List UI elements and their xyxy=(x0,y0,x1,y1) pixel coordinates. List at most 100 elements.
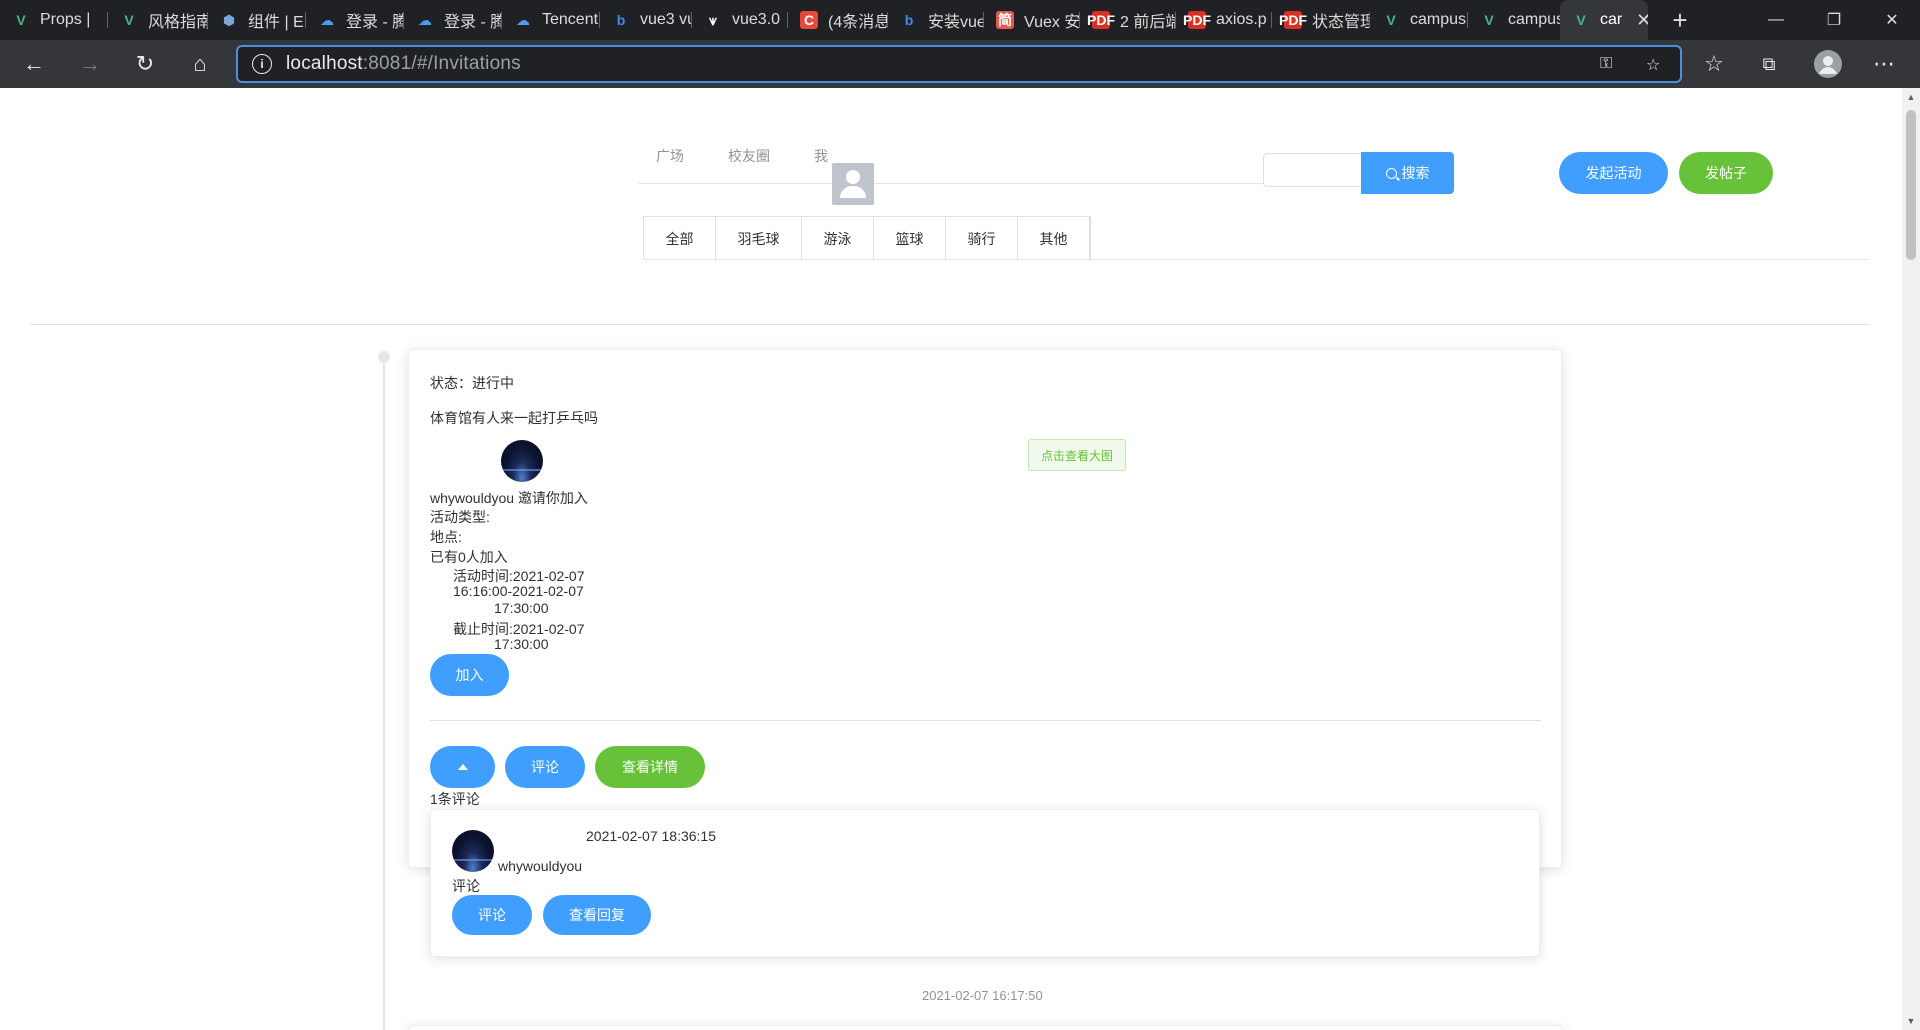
close-tab-icon[interactable]: ✕ xyxy=(1636,10,1648,31)
comment-time: 2021-02-07 18:36:15 xyxy=(586,828,716,844)
pdf-icon: PDF xyxy=(1087,11,1115,29)
hexagon-icon: ⬢ xyxy=(222,11,236,28)
close-window-button[interactable]: ✕ xyxy=(1868,0,1916,40)
browser-tab[interactable]: ☁ Tencent xyxy=(502,0,600,40)
cloud-icon: ☁ xyxy=(320,11,334,28)
browser-tab-active[interactable]: V car ✕ xyxy=(1560,0,1648,40)
scroll-up-icon[interactable]: ▲ xyxy=(1906,92,1916,102)
profile-avatar[interactable] xyxy=(1810,46,1846,82)
deadline: 17:30:00 xyxy=(494,636,549,652)
minimize-button[interactable]: — xyxy=(1752,0,1800,40)
join-button[interactable]: 加入 xyxy=(430,654,509,696)
tab-cycling[interactable]: 骑行 xyxy=(946,217,1018,261)
tab-basketball[interactable]: 篮球 xyxy=(874,217,946,261)
cloud-icon: ☁ xyxy=(418,11,432,28)
vue-logo-icon: V xyxy=(1576,12,1586,28)
forward-button[interactable]: → xyxy=(72,46,108,82)
browser-tab[interactable]: ⬢ 组件 | E xyxy=(208,0,306,40)
bing-icon: b xyxy=(616,12,626,28)
vue-logo-icon: V xyxy=(1386,12,1396,28)
back-button[interactable]: ← xyxy=(16,46,52,82)
restore-button[interactable]: ❐ xyxy=(1810,0,1858,40)
browser-tab[interactable]: PDF 2 前后端 xyxy=(1080,0,1176,40)
add-favorite-icon[interactable]: ☆ xyxy=(1646,55,1660,75)
comment-author: whywouldyou xyxy=(498,858,583,874)
comment-count: 1条评论 xyxy=(430,791,480,807)
nav-item-alumni[interactable]: 校友圈 xyxy=(728,128,770,184)
more-menu-icon[interactable]: ⋯ xyxy=(1866,46,1902,82)
invitation-card xyxy=(408,1025,1562,1030)
browser-tab[interactable]: V Props | xyxy=(0,0,108,40)
tab-swimming[interactable]: 游泳 xyxy=(802,217,874,261)
vue-logo-icon: V xyxy=(1484,12,1494,28)
vs-icon: ⩛ xyxy=(709,11,717,28)
favorites-icon[interactable]: ☆ xyxy=(1696,46,1732,82)
vue-logo-icon: V xyxy=(124,12,134,28)
browser-tab[interactable]: 简 Vuex 安 xyxy=(984,0,1080,40)
view-details-button[interactable]: 查看详情 xyxy=(595,746,705,788)
timeline-dot xyxy=(378,351,390,363)
scroll-down-icon[interactable]: ▼ xyxy=(1906,1016,1916,1026)
search-button[interactable]: 搜索 xyxy=(1361,152,1454,194)
browser-tab[interactable]: V 风格指南 | E xyxy=(108,0,208,40)
tab-all[interactable]: 全部 xyxy=(644,217,716,261)
view-replies-button[interactable]: 查看回复 xyxy=(543,895,651,935)
divider xyxy=(643,259,1869,260)
joined-count: 已有0人加入 xyxy=(430,549,508,565)
jianshu-icon: 简 xyxy=(996,11,1014,29)
inviter-avatar[interactable] xyxy=(501,440,543,482)
divider xyxy=(429,720,1541,721)
browser-tab[interactable]: b vue3 vu xyxy=(600,0,692,40)
commenter-avatar[interactable] xyxy=(452,830,494,872)
scrollbar-thumb[interactable] xyxy=(1906,110,1916,260)
search-input[interactable] xyxy=(1263,153,1363,187)
url-text[interactable]: localhost:8081/#/Invitations xyxy=(286,53,521,75)
activity-time: 16:16:00-2021-02-07 xyxy=(453,583,584,599)
comment-button[interactable]: 评论 xyxy=(505,746,585,788)
browser-tab[interactable]: C (4条消息 xyxy=(788,0,888,40)
page-content: 广场 校友圈 我 全部 羽毛球 游泳 篮球 骑行 其他 搜索 发起活动 发帖子 … xyxy=(0,88,1902,1030)
tab-badminton[interactable]: 羽毛球 xyxy=(716,217,802,261)
key-icon[interactable]: ⚿ xyxy=(1600,55,1612,73)
main-nav-menu: 广场 校友圈 我 xyxy=(638,128,1264,184)
page-scrollbar[interactable]: ▲ ▼ xyxy=(1902,88,1920,1030)
browser-toolbar: ← → ↻ ⌂ i localhost:8081/#/Invitations ⚿… xyxy=(0,40,1920,88)
tab-other[interactable]: 其他 xyxy=(1018,217,1090,261)
post-timestamp: 2021-02-07 16:17:50 xyxy=(922,988,1043,1003)
browser-tab[interactable]: V campus xyxy=(1468,0,1560,40)
inviter-text: whywouldyou 邀请你加入 xyxy=(430,490,588,506)
collections-icon[interactable]: ⧉ xyxy=(1751,46,1787,82)
browser-tab[interactable]: PDF axios.p xyxy=(1176,0,1272,40)
search-icon xyxy=(1385,167,1397,179)
bing-icon: b xyxy=(904,12,914,28)
reload-button[interactable]: ↻ xyxy=(127,46,163,82)
site-info-icon[interactable]: i xyxy=(252,54,272,74)
address-bar[interactable]: i localhost:8081/#/Invitations ⚿ ☆ xyxy=(236,45,1682,83)
post-title: 体育馆有人来一起打乒乓吗 xyxy=(430,410,598,426)
user-avatar[interactable] xyxy=(832,163,874,205)
home-button[interactable]: ⌂ xyxy=(182,46,218,82)
collapse-comments-button[interactable] xyxy=(430,746,495,788)
divider xyxy=(30,324,1870,325)
cloud-icon: ☁ xyxy=(516,11,530,28)
browser-tab[interactable]: b 安装vue xyxy=(888,0,984,40)
launch-activity-button[interactable]: 发起活动 xyxy=(1559,152,1668,194)
status-text: 状态：进行中 xyxy=(430,375,514,391)
browser-tab[interactable]: V campus xyxy=(1370,0,1468,40)
browser-tab[interactable]: ⩛ vue3.0 xyxy=(692,0,788,40)
browser-tab[interactable]: ☁ 登录 - 腾 xyxy=(404,0,502,40)
browser-tab[interactable]: ☁ 登录 - 腾 xyxy=(306,0,404,40)
csdn-icon: C xyxy=(800,11,818,29)
view-large-image-button[interactable]: 点击查看大图 xyxy=(1028,439,1126,471)
nav-item-me[interactable]: 我 xyxy=(814,128,828,184)
pdf-icon: PDF xyxy=(1183,11,1211,29)
location: 地点: xyxy=(430,529,462,545)
new-post-button[interactable]: 发帖子 xyxy=(1679,152,1773,194)
category-tabs: 全部 羽毛球 游泳 篮球 骑行 其他 xyxy=(643,216,1091,261)
reply-comment-button[interactable]: 评论 xyxy=(452,895,532,935)
activity-time: 17:30:00 xyxy=(494,600,549,616)
timeline-line xyxy=(383,358,385,1030)
new-tab-button[interactable]: + xyxy=(1664,4,1696,36)
nav-item-square[interactable]: 广场 xyxy=(656,128,684,184)
browser-tab[interactable]: PDF 状态管理 xyxy=(1272,0,1370,40)
